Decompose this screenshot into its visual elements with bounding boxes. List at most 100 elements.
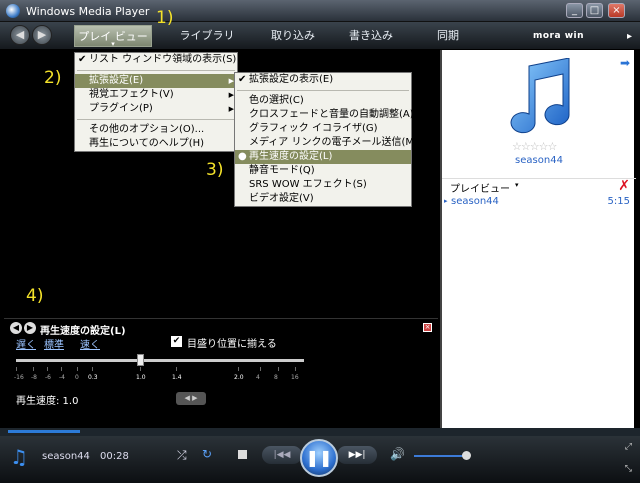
maximize-button[interactable]: □ <box>586 3 603 18</box>
slider-tick <box>278 367 279 371</box>
slider-tick <box>238 367 239 371</box>
online-store-tab[interactable]: mora win <box>533 31 584 41</box>
tick-label: 1.0 <box>136 374 146 381</box>
menu-item-media-link-email[interactable]: メディア リンクの電子メール送信(M) <box>235 136 418 150</box>
elapsed-time: 00:28 <box>100 451 129 462</box>
close-icon[interactable]: × <box>423 323 432 332</box>
back-button[interactable]: ◀ <box>10 25 30 45</box>
menu-item-label: 色の選択(C) <box>249 95 304 106</box>
tab-rip[interactable]: 取り込み <box>262 25 324 47</box>
annotation-2: 2) <box>44 68 62 88</box>
playlist-header: プレイビュー ▾ ✗ <box>442 178 636 195</box>
skin-mode-icon[interactable]: ⤡ <box>625 464 632 474</box>
slider-tick <box>140 367 141 371</box>
normal-link[interactable]: 標準 <box>44 336 64 351</box>
menu-item-label: クロスフェードと音量の自動調整(A) <box>249 109 414 120</box>
menu-item-quiet-mode[interactable]: 静音モード(Q) <box>235 164 411 178</box>
next-button[interactable]: ▶▶| <box>337 446 377 464</box>
now-playing-marker-icon: ▸ <box>444 197 448 205</box>
tab-now-playing[interactable]: プレイ ビュー ▾ <box>74 25 152 48</box>
mute-button[interactable]: 🔊 <box>390 447 405 461</box>
speed-slider-thumb[interactable] <box>137 354 144 366</box>
menu-item-help[interactable]: 再生についてのヘルプ(H) <box>75 137 237 151</box>
menu-item-label: 拡張設定の表示(E) <box>249 74 334 85</box>
prev-enhancement-button[interactable]: ◀ <box>10 322 22 334</box>
menu-separator <box>237 90 409 91</box>
nav-bar: ◀ ▶ プレイ ビュー ▾ ライブラリ 取り込み 書き込み 同期 mora wi… <box>0 22 640 50</box>
menu-item-video-settings[interactable]: ビデオ設定(V) <box>235 192 411 206</box>
menu-item-play-speed[interactable]: ● 再生速度の設定(L) <box>235 150 411 164</box>
menu-item-visualizations[interactable]: 視覚エフェクト(V) ▶ <box>75 88 237 102</box>
arrow-right-icon[interactable]: ➡ <box>620 56 630 70</box>
slow-link[interactable]: 遅く <box>16 336 36 351</box>
close-button[interactable]: × <box>608 3 625 18</box>
speed-slider-ticks <box>16 367 304 373</box>
menu-item-show-list[interactable]: ✔ リスト ウィンドウ領域の表示(S) <box>75 53 237 67</box>
chevron-down-icon: ▾ <box>111 40 115 48</box>
volume-slider-thumb[interactable] <box>462 451 471 460</box>
previous-button[interactable]: |◀◀ <box>262 446 302 464</box>
slider-tick <box>260 367 261 371</box>
snap-checkbox-label: 目盛り位置に揃える <box>187 339 277 350</box>
forward-button[interactable]: ▶ <box>32 25 52 45</box>
bullet-icon: ● <box>238 151 247 162</box>
menu-item-show-enhancements[interactable]: ✔ 拡張設定の表示(E) <box>235 73 411 87</box>
tick-label: 16 <box>291 374 299 381</box>
fast-link[interactable]: 速く <box>80 336 100 351</box>
repeat-button[interactable]: ↻ <box>202 447 212 461</box>
tick-label: 2.0 <box>234 374 244 381</box>
clear-list-icon[interactable]: ✗ <box>618 178 630 194</box>
tab-sync[interactable]: 同期 <box>420 25 476 47</box>
enhancements-submenu: ✔ 拡張設定の表示(E) 色の選択(C) クロスフェードと音量の自動調整(A) … <box>234 72 418 207</box>
next-enhancement-button[interactable]: ▶ <box>24 322 36 334</box>
speed-value: 再生速度: 1.0 <box>16 396 79 407</box>
full-mode-icon[interactable]: ⤢ <box>625 442 632 452</box>
tick-label: -6 <box>45 374 51 381</box>
chevron-down-icon[interactable]: ▾ <box>515 181 519 189</box>
rating-stars[interactable]: ☆☆☆☆☆ <box>512 140 557 153</box>
minimize-button[interactable]: _ <box>566 3 583 18</box>
seek-bar[interactable] <box>0 428 640 436</box>
menu-item-label: 視覚エフェクト(V) <box>89 89 174 100</box>
slider-tick <box>61 367 62 371</box>
album-title[interactable]: season44 <box>442 155 636 166</box>
snap-checkbox[interactable]: ✔ <box>171 336 182 347</box>
tab-library[interactable]: ライブラリ <box>176 25 238 47</box>
speed-slider-track[interactable] <box>16 359 304 362</box>
chevron-right-icon[interactable]: ▸ <box>627 31 632 42</box>
shuffle-button[interactable]: ⤮ <box>177 448 187 463</box>
slider-tick <box>33 367 34 371</box>
track-duration: 5:15 <box>607 196 630 207</box>
speed-step-buttons[interactable]: ◀ ▶ <box>176 392 206 405</box>
slider-tick <box>92 367 93 371</box>
menu-item-label: 静音モード(Q) <box>249 165 315 176</box>
menu-item-label: リスト ウィンドウ領域の表示(S) <box>89 54 237 65</box>
menu-item-equalizer[interactable]: グラフィック イコライザ(G) <box>235 122 411 136</box>
stop-button[interactable] <box>238 450 247 459</box>
menu-item-label: 拡張設定(E) <box>89 75 144 86</box>
check-icon: ✔ <box>238 74 247 85</box>
list-item[interactable]: ▸ season44 5:15 <box>442 196 636 210</box>
menu-separator <box>77 119 235 120</box>
slider-tick <box>16 367 17 371</box>
slider-tick <box>176 367 177 371</box>
menu-item-color-chooser[interactable]: 色の選択(C) <box>235 94 411 108</box>
tick-label: 0.3 <box>88 374 98 381</box>
menu-item-plugins[interactable]: プラグイン(P) ▶ <box>75 102 237 116</box>
slider-tick <box>77 367 78 371</box>
menu-item-srs-wow[interactable]: SRS WOW エフェクト(S) <box>235 178 411 192</box>
pause-button[interactable]: ❚❚ <box>300 439 338 477</box>
now-playing-title: season44 <box>42 451 90 462</box>
menu-item-more-options[interactable]: その他のオプション(O)... <box>75 123 237 137</box>
menu-item-label: 再生速度の設定(L) <box>249 151 333 162</box>
tick-label: 0 <box>75 374 79 381</box>
menu-item-label: メディア リンクの電子メール送信(M) <box>249 137 418 148</box>
annotation-4: 4) <box>26 286 44 306</box>
menu-item-crossfade[interactable]: クロスフェードと音量の自動調整(A) <box>235 108 414 122</box>
tab-burn[interactable]: 書き込み <box>340 25 402 47</box>
app-icon <box>6 4 20 18</box>
menu-item-label: その他のオプション(O)... <box>89 124 205 135</box>
menu-item-enhancements[interactable]: 拡張設定(E) ▶ <box>75 74 237 88</box>
track-title: season44 <box>451 196 499 207</box>
playlist-name[interactable]: プレイビュー <box>450 180 510 195</box>
